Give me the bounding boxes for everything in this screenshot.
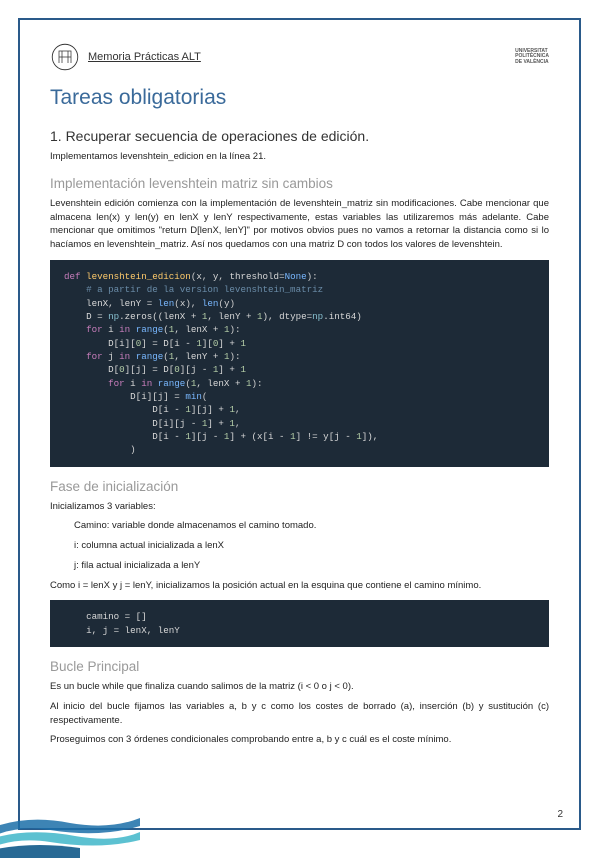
section-3-p1: Inicializamos 3 variables: [50,500,549,514]
section-4-p3: Proseguimos con 3 órdenes condicionales … [50,733,549,747]
section-4-title: Bucle Principal [50,659,549,674]
section-3-li3: j: fila actual inicializada a lenY [50,559,549,573]
section-3-li2: i: columna actual inicializada a lenX [50,539,549,553]
page-title: Tareas obligatorias [50,86,549,110]
section-4-p2: Al inicio del bucle fijamos las variable… [50,700,549,728]
section-1-title: 1. Recuperar secuencia de operaciones de… [50,128,549,144]
section-4-p1: Es un bucle while que finaliza cuando sa… [50,680,549,694]
upv-seal-icon [50,42,80,72]
header: Memoria Prácticas ALT UNIVERSITAT POLITÈ… [50,42,549,72]
section-1-intro: Implementamos levenshtein_edicion en la … [50,150,549,164]
section-3-li1: Camino: variable donde almacenamos el ca… [50,519,549,533]
code-block-2: camino = [] i, j = lenX, lenY [50,600,549,647]
section-2-title: Implementación levenshtein matriz sin ca… [50,176,549,191]
code-block-1: def levenshtein_edicion(x, y, threshold=… [50,260,549,467]
section-3-p2: Como i = lenX y j = lenY, inicializamos … [50,579,549,593]
document-title: Memoria Prácticas ALT [88,51,515,63]
page-frame: Memoria Prácticas ALT UNIVERSITAT POLITÈ… [18,18,581,830]
university-logo-text: UNIVERSITAT POLITÈCNICA DE VALÈNCIA [515,49,549,66]
page-number: 2 [557,809,563,820]
section-2-body: Levenshtein edición comienza con la impl… [50,197,549,252]
section-3-title: Fase de inicialización [50,479,549,494]
